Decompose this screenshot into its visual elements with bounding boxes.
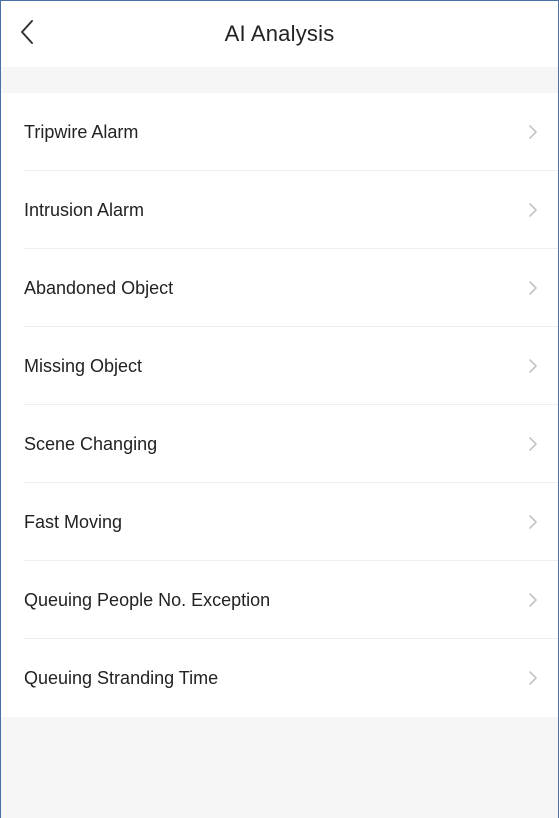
menu-item-queuing-people-no-exception[interactable]: Queuing People No. Exception (1, 561, 558, 639)
chevron-right-icon (526, 668, 540, 688)
menu-item-queuing-stranding-time[interactable]: Queuing Stranding Time (1, 639, 558, 717)
chevron-right-icon (526, 122, 540, 142)
menu-item-missing-object[interactable]: Missing Object (1, 327, 558, 405)
chevron-right-icon (526, 356, 540, 376)
chevron-right-icon (526, 434, 540, 454)
menu-item-fast-moving[interactable]: Fast Moving (1, 483, 558, 561)
menu-item-tripwire-alarm[interactable]: Tripwire Alarm (1, 93, 558, 171)
menu-item-label: Abandoned Object (24, 277, 174, 298)
app-frame: AI Analysis Tripwire Alarm Intrusion Alar… (0, 0, 559, 818)
menu-item-label: Queuing Stranding Time (24, 667, 219, 688)
menu-item-abandoned-object[interactable]: Abandoned Object (1, 249, 558, 327)
menu-item-label: Queuing People No. Exception (24, 589, 271, 610)
chevron-right-icon (526, 512, 540, 532)
menu-item-label: Scene Changing (24, 433, 158, 454)
top-navigation-bar: AI Analysis (1, 1, 558, 67)
section-spacer (1, 67, 558, 93)
chevron-left-icon (21, 20, 33, 44)
analysis-menu-list: Tripwire Alarm Intrusion Alarm Abandoned O… (1, 93, 558, 717)
menu-item-label: Missing Object (24, 355, 143, 376)
chevron-right-icon (526, 590, 540, 610)
menu-item-label: Fast Moving (24, 511, 123, 532)
back-button[interactable] (11, 15, 45, 49)
menu-item-label: Tripwire Alarm (24, 121, 139, 142)
menu-item-intrusion-alarm[interactable]: Intrusion Alarm (1, 171, 558, 249)
chevron-right-icon (526, 200, 540, 220)
chevron-right-icon (526, 278, 540, 298)
menu-item-label: Intrusion Alarm (24, 199, 145, 220)
menu-item-scene-changing[interactable]: Scene Changing (1, 405, 558, 483)
empty-background (1, 717, 558, 818)
page-title: AI Analysis (224, 21, 335, 46)
